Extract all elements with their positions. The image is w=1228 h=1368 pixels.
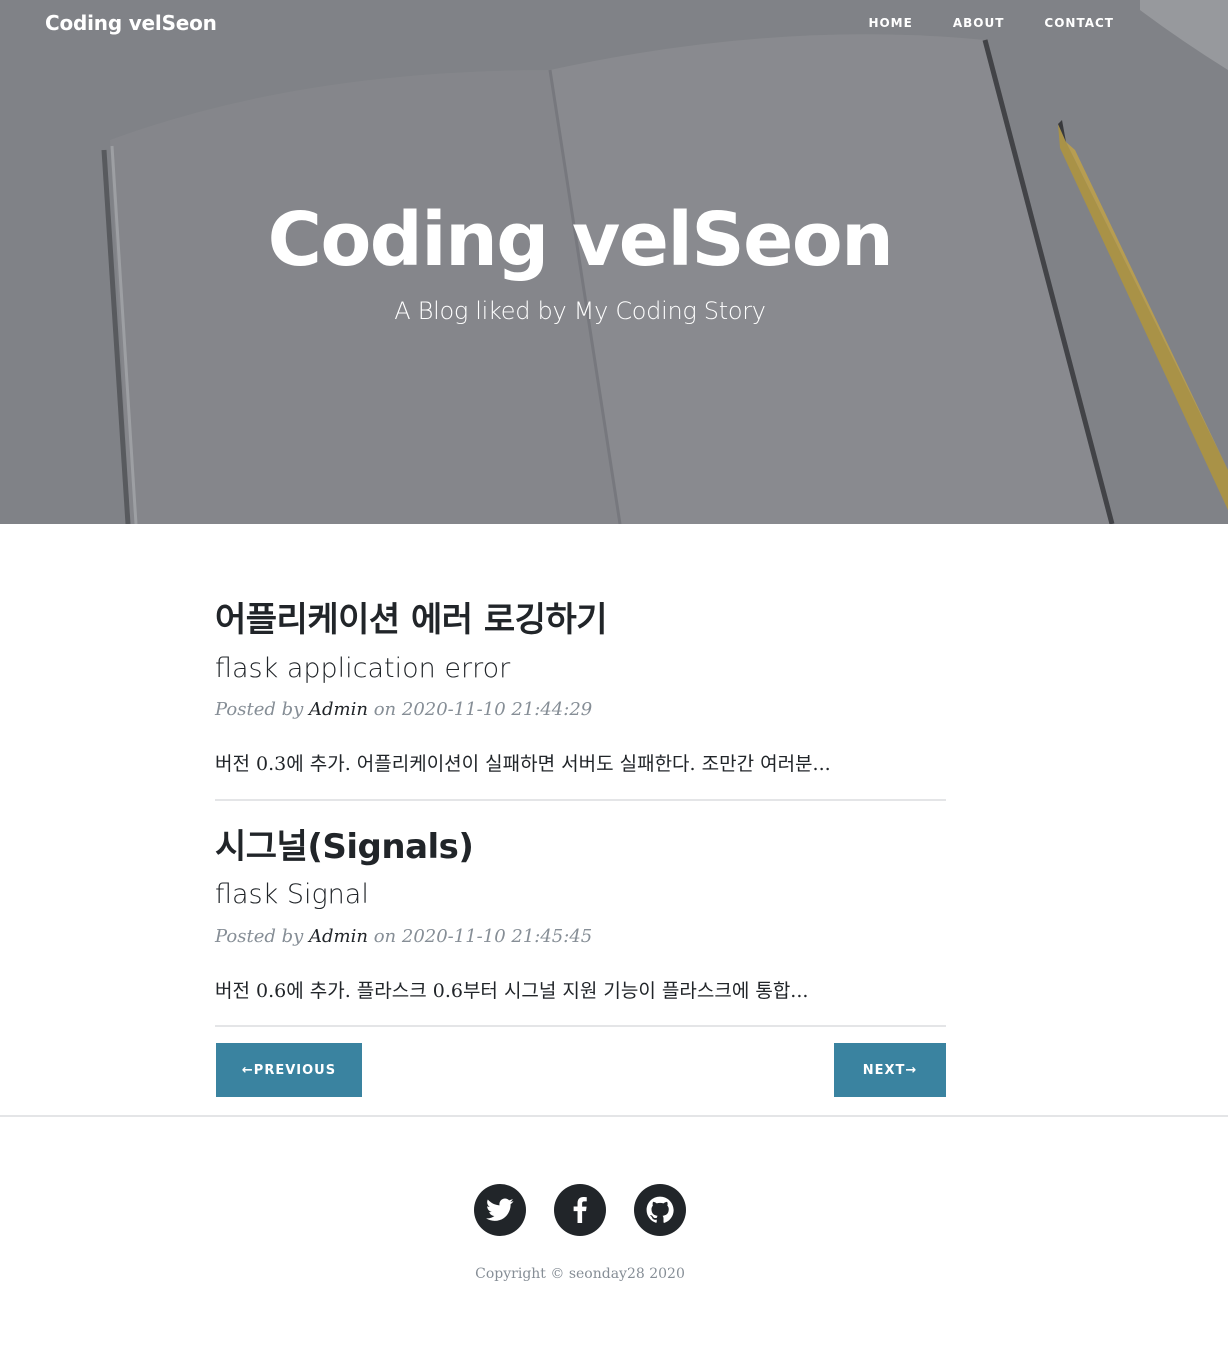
post-list: 어플리케이션 에러 로깅하기 flask application error P… [215,600,946,1098]
main-nav: HOME ABOUT CONTACT [828,16,1114,30]
post-author-link[interactable]: Admin [309,926,368,947]
pager: ←PREVIOUS NEXT→ [215,1043,946,1098]
post-meta-on: on [373,699,397,721]
social-links [474,1184,686,1236]
twitter-link[interactable] [474,1184,526,1236]
post-meta: Posted by Admin on 2020-11-10 21:44:29 [215,699,946,720]
post-date: 2020-11-10 21:45:45 [401,925,593,947]
post-date: 2020-11-10 21:44:29 [401,699,593,721]
hero-title: Coding velSeon [267,197,894,283]
post-subtitle[interactable]: flask Signal [215,879,946,911]
nav-contact-link[interactable]: CONTACT [1044,16,1114,30]
navbar-brand[interactable]: Coding velSeon [45,11,217,35]
hero-subtitle: A Blog liked by My Coding Story [394,297,766,325]
post-title-link[interactable]: 어플리케이션 에러 로깅하기 [215,600,946,641]
post-preview: 시그널(Signals) flask Signal Posted by Admi… [215,801,946,1028]
post-subtitle[interactable]: flask application error [215,653,946,685]
github-icon [646,1196,674,1223]
post-meta-prefix: Posted by [215,699,304,721]
post-preview: 어플리케이션 에러 로깅하기 flask application error P… [215,600,946,801]
masthead: Coding velSeon HOME ABOUT CONTACT Coding… [0,0,1228,524]
post-meta-on: on [373,925,397,947]
facebook-icon [573,1197,587,1223]
github-link[interactable] [634,1184,686,1236]
nav-home-link[interactable]: HOME [868,16,912,30]
previous-button[interactable]: ←PREVIOUS [216,1043,362,1098]
post-meta-prefix: Posted by [215,925,304,947]
nav-about-link[interactable]: ABOUT [953,16,1005,30]
post-title-link[interactable]: 시그널(Signals) [215,827,946,868]
footer-divider [0,1115,1228,1117]
post-author-link[interactable]: Admin [309,699,368,720]
facebook-link[interactable] [554,1184,606,1236]
next-button[interactable]: NEXT→ [834,1043,946,1098]
post-excerpt: 버전 0.3에 추가. 어플리케이션이 실패하면 서버도 실패한다. 조만간 여… [215,753,831,776]
copyright-text: Copyright © seonday28 2020 [475,1266,685,1282]
post-meta: Posted by Admin on 2020-11-10 21:45:45 [215,926,946,947]
post-excerpt: 버전 0.6에 추가. 플라스크 0.6부터 시그널 지원 기능이 플라스크에 … [215,979,809,1002]
twitter-icon [486,1198,514,1221]
